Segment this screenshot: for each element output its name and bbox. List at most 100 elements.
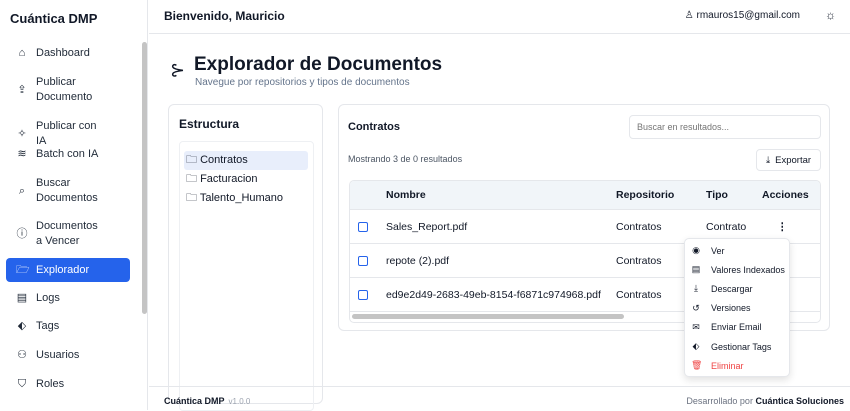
user-email: rmauros15@gmail.com: [696, 10, 800, 21]
search-icon: ⌕: [18, 184, 26, 197]
repository: Contratos: [616, 254, 662, 267]
history-icon: ↺: [692, 302, 700, 313]
user-icon: ♙: [684, 10, 694, 21]
sidebar-item-label: Usuarios: [36, 349, 80, 361]
sidebar-item-label: Publicar Documento: [36, 76, 93, 103]
actions-menu: ◉ Ver ▤ Valores Indexados ⤓ Descargar ↺ Version…: [684, 238, 790, 377]
export-label: Exportar: [775, 154, 812, 166]
sidebar-item-label: Batch con IA: [36, 148, 99, 160]
repository: Contratos: [616, 220, 662, 233]
sidebar-item-usuarios[interactable]: ⚇ Usuarios: [6, 348, 130, 363]
menu-item-label: Versiones: [711, 303, 751, 314]
menu-item-label: Enviar Email: [711, 322, 762, 333]
upload-icon: ⇪: [17, 83, 27, 96]
folder-item[interactable]: 🗀 Contratos: [184, 151, 308, 170]
file-name[interactable]: ed9e2d49-2683-49eb-8154-f6871c974968.pdf: [386, 289, 601, 301]
folder-icon: 🗀: [186, 192, 197, 204]
menu-item-label: Ver: [711, 245, 725, 256]
sidebar-item-explorador[interactable]: 🗁 Explorador: [6, 258, 130, 282]
results-search-input[interactable]: [629, 115, 821, 139]
sidebar-item-label: Logs: [36, 292, 60, 304]
table-horizontal-scrollbar[interactable]: [352, 314, 624, 319]
col-tipo[interactable]: Tipo: [706, 189, 728, 201]
folder-item[interactable]: 🗀 Talento_Humano: [184, 189, 308, 208]
sidebar-item-publicar-con-ia[interactable]: ✧ Publicar con IA: [6, 119, 106, 149]
footer-company: Cuántica Soluciones: [755, 396, 844, 406]
download-icon: ⤓: [765, 154, 771, 166]
folder-icon: 🗀: [186, 154, 197, 166]
row-checkbox[interactable]: [358, 221, 368, 232]
folder-item[interactable]: 🗀 Facturacion: [184, 170, 308, 189]
trash-icon: 🗑: [691, 360, 703, 371]
users-icon: ⚇: [17, 349, 27, 361]
file-name[interactable]: Sales_Report.pdf: [386, 221, 467, 233]
scroll-icon: ▤: [16, 292, 28, 304]
sidebar-item-publicar-documento[interactable]: ⇪ Publicar Documento: [6, 75, 106, 105]
menu-item-ver[interactable]: ◉ Ver: [691, 245, 725, 256]
doc-type: Contrato: [706, 220, 747, 233]
page-subtitle: Navegue por repositorios y tipos de docu…: [195, 77, 410, 88]
sidebar-item-dashboard[interactable]: ⌂ Dashboard: [6, 46, 130, 61]
results-title: Contratos: [348, 121, 400, 133]
folder-tree-icon: ⊱: [170, 60, 186, 80]
page-title: Explorador de Documentos: [194, 54, 443, 75]
eye-icon: ◉: [692, 245, 700, 255]
sidebar-item-roles[interactable]: ⛉ Roles: [6, 377, 130, 392]
menu-item-label: Eliminar: [711, 360, 744, 371]
file-text-icon: ▤: [691, 264, 701, 275]
footer: Cuántica DMP v1.0.0 Desarrollado por Cuán…: [149, 386, 850, 410]
tag-icon: ⬖: [692, 341, 700, 351]
folder-label: Contratos: [200, 154, 248, 166]
brand: Cuántica DMP: [10, 11, 98, 26]
folder-label: Talento_Humano: [199, 192, 284, 204]
sidebar-item-buscar-documentos[interactable]: ⌕ Buscar Documentos: [6, 176, 106, 206]
results-count: Mostrando 3 de 0 resultados: [348, 154, 463, 164]
layers-icon: ≋: [17, 148, 27, 160]
theme-toggle-sun-icon[interactable]: ☼: [825, 8, 836, 22]
shield-icon: ⛉: [17, 378, 27, 390]
sidebar-scrollbar[interactable]: [142, 42, 147, 314]
row-checkbox[interactable]: [358, 289, 368, 300]
menu-item-versiones[interactable]: ↺ Versiones: [691, 302, 751, 314]
table-header: Nombre Repositorio Tipo Acciones: [350, 181, 820, 210]
footer-version: v1.0.0: [228, 397, 251, 406]
folder-tree: 🗀 Contratos 🗀 Facturacion 🗀 Talento_Humano: [179, 141, 314, 411]
mail-icon: ✉: [692, 321, 700, 332]
welcome-text: Bienvenido, Mauricio: [164, 9, 285, 23]
menu-item-valores-indexados[interactable]: ▤ Valores Indexados: [691, 264, 785, 275]
folder-open-icon: 🗁: [16, 263, 30, 276]
sidebar-item-label: Dashboard: [36, 47, 90, 59]
menu-item-descargar[interactable]: ⤓ Descargar: [691, 283, 753, 294]
home-icon: ⌂: [18, 47, 26, 59]
menu-item-eliminar[interactable]: 🗑 Eliminar: [691, 360, 744, 371]
col-nombre[interactable]: Nombre: [386, 189, 426, 201]
menu-item-enviar-email[interactable]: ✉ Enviar Email: [691, 321, 762, 333]
sidebar-item-label: Roles: [36, 378, 65, 390]
sidebar-item-batch-con-ia[interactable]: ≋ Batch con IA: [6, 147, 130, 162]
more-actions-icon[interactable]: ⋮: [777, 221, 788, 233]
menu-item-gestionar-tags[interactable]: ⬖ Gestionar Tags: [691, 341, 772, 352]
footer-developed-by: Desarrollado por: [686, 396, 753, 406]
row-checkbox[interactable]: [358, 255, 368, 266]
sidebar-item-label: Documentos a Vencer: [36, 220, 98, 247]
structure-title: Estructura: [179, 117, 240, 131]
repository: Contratos: [616, 288, 662, 301]
sidebar-item-documentos-a-vencer[interactable]: ⓘ Documentos a Vencer: [6, 219, 106, 249]
menu-item-label: Descargar: [711, 283, 753, 294]
tag-icon: ⬖: [17, 320, 27, 332]
export-button[interactable]: ⤓ Exportar: [756, 149, 821, 171]
download-icon: ⤓: [694, 283, 698, 294]
footer-brand: Cuántica DMP: [164, 396, 225, 406]
col-acciones: Acciones: [762, 189, 809, 201]
alert-circle-icon: ⓘ: [16, 227, 28, 240]
structure-panel: Estructura 🗀 Contratos 🗀 Facturacion 🗀 Tal…: [168, 104, 323, 411]
file-name[interactable]: repote (2).pdf: [386, 255, 449, 267]
sidebar-item-logs[interactable]: ▤ Logs: [6, 291, 130, 306]
sidebar-item-label: Tags: [36, 320, 60, 332]
sidebar: Cuántica DMP ⌂ Dashboard ⇪ Publicar Documen…: [0, 0, 148, 410]
sidebar-item-label: Buscar Documentos: [36, 177, 98, 204]
col-repositorio[interactable]: Repositorio: [616, 189, 674, 201]
user-menu[interactable]: ♙ rmauros15@gmail.com: [685, 10, 800, 21]
menu-item-label: Valores Indexados: [711, 264, 785, 275]
sidebar-item-tags[interactable]: ⬖ Tags: [6, 319, 130, 334]
